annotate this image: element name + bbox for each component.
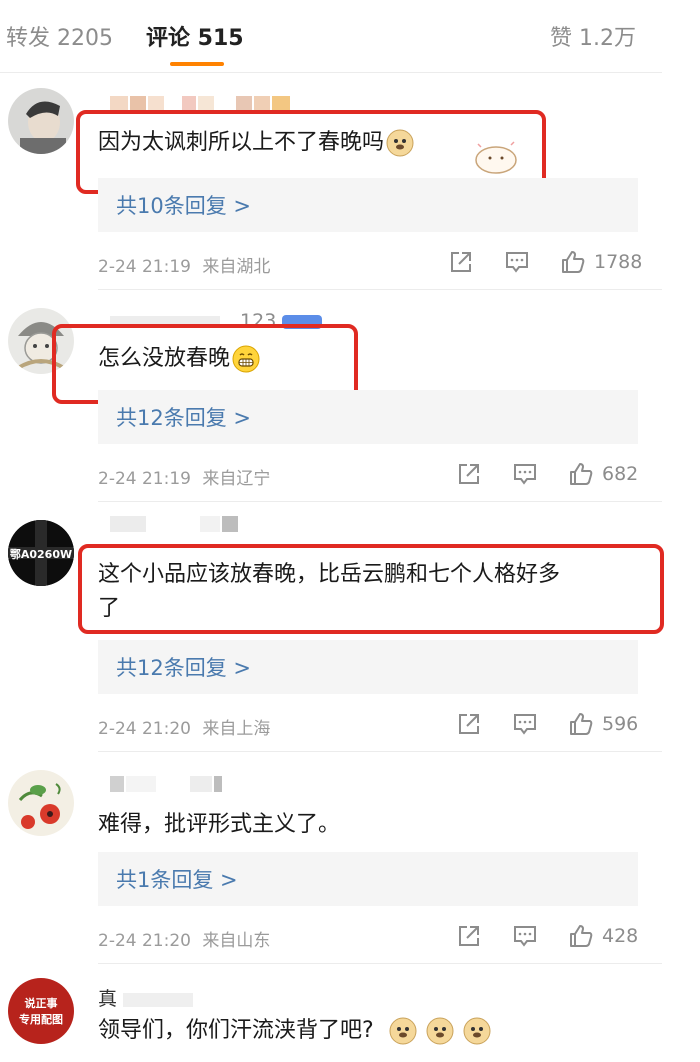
like-count: 428 — [602, 925, 639, 947]
avatar[interactable]: 说正事 专用配图 — [8, 978, 74, 1044]
comment-actions: 428 — [456, 923, 638, 949]
share-icon[interactable] — [448, 249, 474, 275]
doge-emoji-icon — [463, 1017, 491, 1045]
like-icon[interactable] — [568, 923, 594, 949]
avatar[interactable] — [8, 770, 74, 836]
comment-meta: 2-24 21:19 来自湖北 — [98, 252, 270, 277]
view-replies-link[interactable]: 共12条回复 > — [116, 402, 251, 432]
like-icon[interactable] — [560, 249, 586, 275]
like-count: 682 — [602, 463, 639, 485]
doge-emoji-icon — [426, 1017, 454, 1045]
comment-item: 因为太讽刺所以上不了春晚吗 共10条回复 > 2-24 21:19 来自湖北 1… — [0, 72, 662, 290]
comment-location: 来自辽宁 — [202, 469, 271, 489]
comment-meta: 2-24 21:19 来自辽宁 — [98, 464, 270, 489]
avatar[interactable]: 鄂A0260W — [8, 520, 74, 586]
comment-text: 领导们，你们汗流浃背了吧? — [98, 1014, 491, 1048]
view-replies-link[interactable]: 共12条回复 > — [116, 652, 251, 682]
tab-likes[interactable]: 赞 1.2万 — [550, 20, 636, 52]
comment-icon[interactable] — [504, 249, 530, 275]
username[interactable]: 真 — [98, 984, 194, 1011]
comment-actions: 1788 — [448, 249, 642, 275]
comment-icon[interactable] — [512, 711, 538, 737]
avatar[interactable] — [8, 88, 74, 154]
reply-preview[interactable]: 共12条回复 > — [98, 390, 638, 444]
username-blurred — [110, 516, 238, 532]
like-count: 596 — [602, 713, 639, 735]
comment-location: 来自湖北 — [202, 257, 271, 277]
avatar-caption: 说正事 专用配图 — [19, 997, 63, 1026]
avatar-plate-text: 鄂A0260W — [9, 548, 73, 561]
doge-emoji-icon — [389, 1017, 417, 1045]
share-icon[interactable] — [456, 923, 482, 949]
comment-actions: 596 — [456, 711, 638, 737]
reply-preview[interactable]: 共12条回复 > — [98, 640, 638, 694]
share-icon[interactable] — [456, 461, 482, 487]
comment-time: 2-24 21:19 — [98, 257, 191, 277]
like-count: 1788 — [594, 251, 643, 273]
share-icon[interactable] — [456, 711, 482, 737]
comment-text: 难得，批评形式主义了。 — [98, 812, 341, 837]
comment-actions: 682 — [456, 461, 638, 487]
comment-item: 鄂A0260W 这个小品应该放春晚，比岳云鹏和七个人格好多 了 共12条回复 >… — [0, 502, 664, 752]
comment-tabs: 转发 2205 评论 515 赞 1.2万 — [0, 0, 662, 73]
comment-meta: 2-24 21:20 来自上海 — [98, 714, 270, 739]
comment-time: 2-24 21:20 — [98, 931, 191, 951]
comment-item: 难得，批评形式主义了。 共1条回复 > 2-24 21:20 来自山东 428 — [0, 752, 662, 964]
reply-preview[interactable]: 共1条回复 > — [98, 852, 638, 906]
reply-preview[interactable]: 共10条回复 > — [98, 178, 638, 232]
comment-time: 2-24 21:19 — [98, 469, 191, 489]
tab-forward[interactable]: 转发 2205 — [6, 20, 113, 52]
like-icon[interactable] — [568, 711, 594, 737]
highlight-box — [78, 544, 664, 634]
comment-meta: 2-24 21:20 来自山东 — [98, 926, 270, 951]
like-icon[interactable] — [568, 461, 594, 487]
tab-comments[interactable]: 评论 515 — [146, 20, 244, 52]
username-blurred — [110, 776, 222, 792]
comment-icon[interactable] — [512, 461, 538, 487]
view-replies-link[interactable]: 共10条回复 > — [116, 190, 251, 220]
comment-location: 来自上海 — [202, 719, 271, 739]
comment-item: 123 怎么没放春晚 共12条回复 > 2-24 21:19 来自辽宁 682 — [0, 290, 662, 502]
comment-location: 来自山东 — [202, 931, 271, 951]
comment-icon[interactable] — [512, 923, 538, 949]
active-tab-indicator — [170, 62, 224, 66]
view-replies-link[interactable]: 共1条回复 > — [116, 864, 238, 894]
comment-item: 说正事 专用配图 真 领导们，你们汗流浃背了吧? — [0, 964, 662, 1062]
comment-time: 2-24 21:20 — [98, 719, 191, 739]
